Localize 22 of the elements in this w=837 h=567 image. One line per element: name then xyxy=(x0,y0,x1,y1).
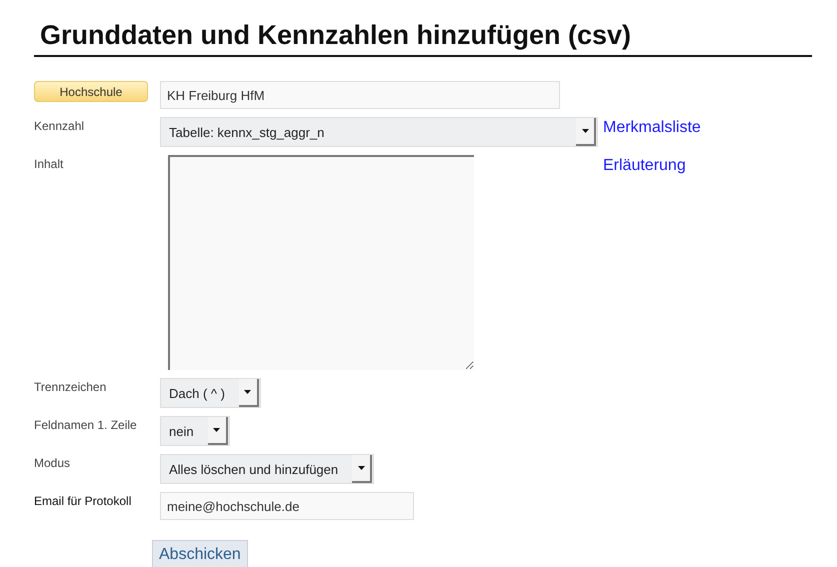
field-label: Trennzeichen xyxy=(34,379,108,394)
text-field[interactable]: meine@hochschule.de xyxy=(160,492,414,520)
select-field[interactable]: Dach ( ^ ) xyxy=(160,378,261,408)
submit-button[interactable]: Abschicken xyxy=(152,540,248,567)
select-field[interactable]: Tabelle: kennx_stg_aggr_n xyxy=(160,117,598,147)
hochschule-button[interactable]: Hochschule xyxy=(34,81,148,102)
field-label: Inhalt xyxy=(34,156,64,171)
info-link[interactable]: Merkmalsliste xyxy=(603,119,701,136)
content-textarea[interactable] xyxy=(168,155,474,370)
caret-icon xyxy=(358,466,365,470)
info-link[interactable]: Erläuterung xyxy=(603,157,686,174)
select-field[interactable]: nein xyxy=(160,416,230,446)
field-label: Modus xyxy=(34,455,72,470)
page-title: Grunddaten und Kennzahlen hinzufügen (csv) xyxy=(34,20,812,57)
text-field[interactable]: KH Freiburg HfM xyxy=(160,81,560,109)
select-field[interactable]: Alles löschen und hinzufügen xyxy=(160,454,374,484)
caret-icon xyxy=(244,390,252,394)
field-label: Kennzahl xyxy=(34,118,86,133)
field-label: Feldnamen 1. Zeile xyxy=(34,417,138,432)
caret-icon xyxy=(213,428,220,432)
caret-icon xyxy=(582,129,588,133)
field-label: Email für Protokoll xyxy=(34,493,132,508)
